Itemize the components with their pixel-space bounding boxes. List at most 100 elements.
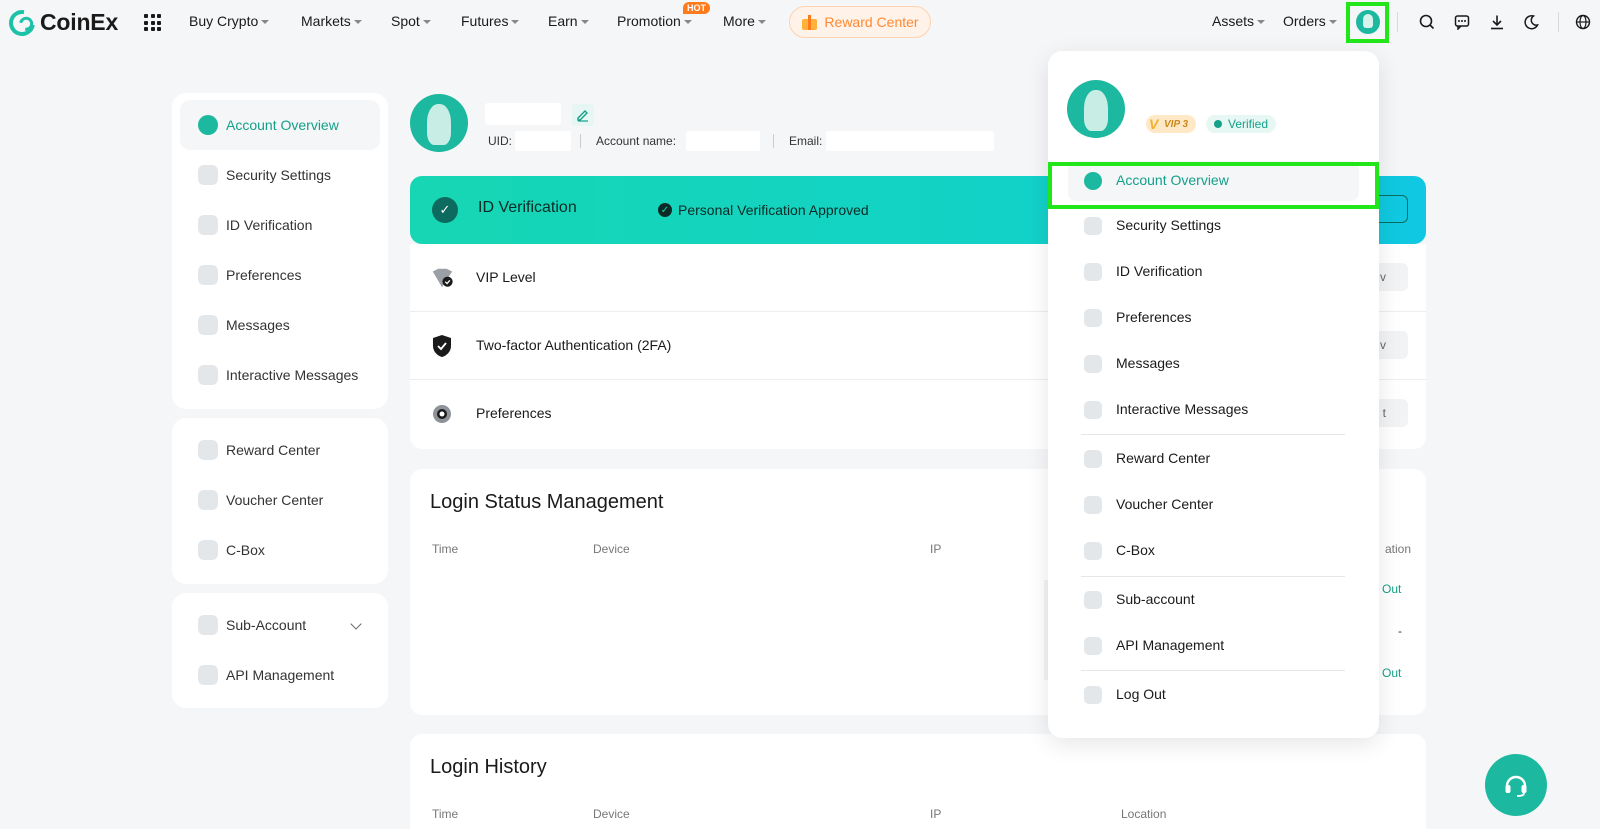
search-icon[interactable] bbox=[1418, 13, 1436, 31]
nav-futures-label: Futures bbox=[461, 13, 509, 29]
dropdown-item-label: API Management bbox=[1116, 637, 1225, 653]
sidebar-item-messages[interactable]: Messages bbox=[180, 300, 380, 350]
logout-icon bbox=[1084, 686, 1102, 704]
logout-link[interactable]: Out bbox=[1382, 666, 1401, 680]
gift-icon bbox=[801, 14, 818, 30]
login-history-title: Login History bbox=[430, 756, 547, 778]
status-value: - bbox=[1398, 624, 1402, 638]
divider bbox=[1397, 12, 1398, 32]
chevron-down-icon bbox=[511, 20, 520, 24]
nav-orders[interactable]: Orders bbox=[1283, 13, 1337, 29]
dropdown-item-id-verification[interactable]: ID Verification bbox=[1068, 252, 1359, 292]
download-icon[interactable] bbox=[1488, 13, 1506, 31]
dropdown-item-label: Sub-account bbox=[1116, 591, 1195, 607]
dropdown-item-preferences[interactable]: Preferences bbox=[1068, 298, 1359, 338]
user-account-dropdown: V VIP 3 Verified Account Overview Securi… bbox=[1048, 51, 1379, 738]
check-circle-icon: ✓ bbox=[658, 203, 672, 217]
divider bbox=[1558, 12, 1559, 32]
sidebar-item-label: Security Settings bbox=[226, 167, 332, 183]
gear-icon bbox=[430, 402, 454, 426]
globe-icon[interactable] bbox=[1574, 13, 1592, 31]
headset-icon bbox=[1505, 775, 1527, 797]
column-header-time: Time bbox=[432, 807, 459, 821]
dropdown-item-interactive-messages[interactable]: Interactive Messages bbox=[1068, 390, 1359, 430]
sidebar-item-c-box[interactable]: C-Box bbox=[180, 525, 380, 575]
divider bbox=[1081, 576, 1345, 577]
account-overview-highlight-box bbox=[1048, 162, 1379, 209]
uid-label: UID: bbox=[488, 134, 512, 148]
login-status-title: Login Status Management bbox=[430, 491, 664, 513]
sidebar-item-api-management[interactable]: API Management bbox=[180, 650, 380, 700]
nav-assets[interactable]: Assets bbox=[1212, 13, 1266, 29]
nav-spot-label: Spot bbox=[391, 13, 420, 29]
avatar-highlight-box bbox=[1346, 2, 1389, 43]
dropdown-item-label: C-Box bbox=[1116, 542, 1155, 558]
chevron-down-icon bbox=[1328, 20, 1337, 24]
sidebar-item-label: Preferences bbox=[226, 267, 302, 283]
verified-badge: Verified bbox=[1206, 115, 1277, 133]
sidebar-item-preferences[interactable]: Preferences bbox=[180, 250, 380, 300]
chat-bubbles-icon bbox=[1084, 401, 1102, 419]
preferences-label: Preferences bbox=[476, 405, 552, 421]
sidebar-item-reward-center[interactable]: Reward Center bbox=[180, 425, 380, 475]
sidebar-item-interactive-messages[interactable]: Interactive Messages bbox=[180, 350, 380, 400]
column-header-time: Time bbox=[432, 542, 459, 556]
account-name-label: Account name: bbox=[596, 134, 677, 148]
divider bbox=[1081, 434, 1345, 435]
api-icon bbox=[1084, 637, 1102, 655]
sidebar-item-label: Interactive Messages bbox=[226, 367, 359, 383]
sidebar-item-security-settings[interactable]: Security Settings bbox=[180, 150, 380, 200]
vip-badge-label: VIP 3 bbox=[1164, 118, 1189, 130]
nav-more[interactable]: More bbox=[723, 13, 766, 29]
nav-earn[interactable]: Earn bbox=[548, 13, 589, 29]
apps-grid-icon[interactable] bbox=[144, 14, 161, 31]
login-history-panel: Login History Time Device IP Location bbox=[410, 734, 1426, 829]
customer-support-button[interactable] bbox=[1485, 754, 1547, 816]
pie-chart-icon bbox=[198, 115, 218, 135]
nav-promotion-label: Promotion bbox=[617, 13, 681, 29]
dropdown-item-log-out[interactable]: Log Out bbox=[1068, 675, 1359, 715]
sidebar-item-id-verification[interactable]: ID Verification bbox=[180, 200, 380, 250]
dropdown-item-reward-center[interactable]: Reward Center bbox=[1068, 439, 1359, 479]
voucher-icon bbox=[1084, 496, 1102, 514]
id-card-icon bbox=[198, 215, 218, 235]
dropdown-item-security-settings[interactable]: Security Settings bbox=[1068, 206, 1359, 246]
email-value bbox=[826, 131, 994, 151]
moon-icon[interactable] bbox=[1522, 13, 1540, 31]
preferences-set-button-label: t bbox=[1382, 406, 1386, 420]
column-header-ip: IP bbox=[930, 807, 942, 821]
nav-spot[interactable]: Spot bbox=[391, 13, 431, 29]
logout-link[interactable]: Out bbox=[1382, 582, 1401, 596]
sidebar-item-voucher-center[interactable]: Voucher Center bbox=[180, 475, 380, 525]
coinex-logo[interactable]: CoinEx bbox=[3, 4, 119, 41]
message-icon bbox=[198, 315, 218, 335]
dropdown-item-sub-account[interactable]: Sub-account bbox=[1068, 580, 1359, 620]
dropdown-item-label: Voucher Center bbox=[1116, 496, 1214, 512]
verified-badge-label: Verified bbox=[1228, 117, 1269, 131]
chevron-down-icon bbox=[757, 20, 766, 24]
nav-futures[interactable]: Futures bbox=[461, 13, 520, 29]
sidebar-item-sub-account[interactable]: Sub-Account bbox=[180, 600, 380, 650]
dropdown-item-api-management[interactable]: API Management bbox=[1068, 626, 1359, 666]
nav-promotion[interactable]: Promotion bbox=[617, 13, 692, 29]
chat-icon[interactable] bbox=[1453, 13, 1471, 31]
nav-buy-crypto[interactable]: Buy Crypto bbox=[189, 13, 270, 29]
column-header-location: ation bbox=[1385, 542, 1412, 556]
reward-center-button[interactable]: Reward Center bbox=[789, 6, 931, 38]
dropdown-item-label: Reward Center bbox=[1116, 450, 1211, 466]
chevron-down-icon bbox=[261, 20, 270, 24]
verification-status-text: Personal Verification Approved bbox=[678, 202, 869, 218]
dropdown-item-c-box[interactable]: C-Box bbox=[1068, 531, 1359, 571]
nav-markets[interactable]: Markets bbox=[301, 13, 362, 29]
dropdown-item-voucher-center[interactable]: Voucher Center bbox=[1068, 485, 1359, 525]
brand-name: CoinEx bbox=[40, 9, 119, 35]
sidebar-item-account-overview[interactable]: Account Overview bbox=[180, 100, 380, 150]
nav-orders-label: Orders bbox=[1283, 13, 1326, 29]
vip-view-button-label: v bbox=[1380, 270, 1386, 284]
id-card-icon bbox=[1084, 263, 1102, 281]
dropdown-item-messages[interactable]: Messages bbox=[1068, 344, 1359, 384]
gift-icon bbox=[1084, 450, 1102, 468]
dropdown-item-label: ID Verification bbox=[1116, 263, 1203, 279]
edit-icon[interactable] bbox=[572, 104, 594, 126]
gift-icon bbox=[198, 440, 218, 460]
